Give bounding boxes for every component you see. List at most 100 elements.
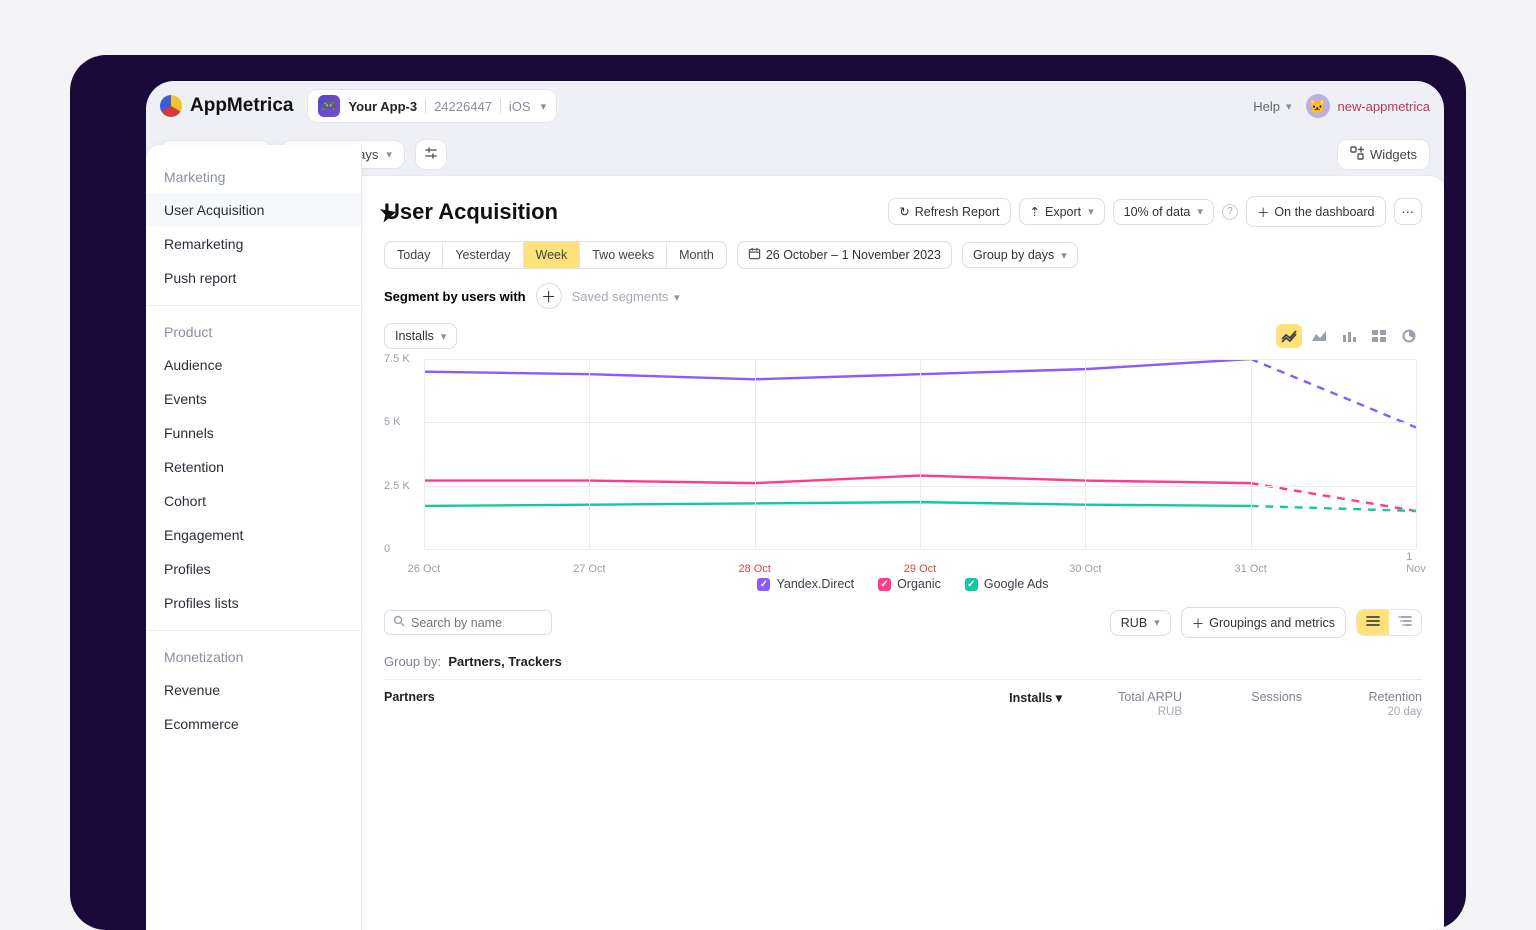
calendar-icon — [748, 247, 761, 263]
sidebar: MarketingUser Acquisition➤RemarketingPus… — [146, 145, 362, 930]
y-tick: 5 K — [384, 416, 401, 428]
groupings-metrics-button[interactable]: ＋ Groupings and metrics — [1181, 607, 1346, 638]
sidebar-item[interactable]: Push report — [146, 261, 361, 295]
brand[interactable]: AppMetrica — [160, 95, 293, 117]
settings-button[interactable] — [415, 139, 447, 170]
plus-icon: ＋ — [1257, 202, 1270, 221]
on-dashboard-button[interactable]: ＋ On the dashboard — [1246, 196, 1386, 227]
period-option[interactable]: Month — [667, 242, 726, 268]
chart-legend: ✓Yandex.Direct ✓Organic ✓Google Ads — [384, 577, 1422, 591]
y-tick: 0 — [384, 543, 390, 555]
col-partners[interactable]: Partners — [384, 690, 952, 718]
table-header: Partners Installs ▾ Total ARPU RUB Sessi… — [384, 679, 1422, 718]
group-by-line: Group by: Partners, Trackers — [384, 654, 1422, 669]
sidebar-heading: Monetization — [146, 641, 361, 673]
chevron-down-icon: ▾ — [1154, 616, 1160, 629]
refresh-button[interactable]: ↻ Refresh Report — [888, 198, 1010, 225]
page-title: User Acquisition — [384, 199, 558, 225]
period-segmented: TodayYesterdayWeekTwo weeksMonth — [384, 241, 727, 269]
col-sessions[interactable]: Sessions — [1182, 690, 1302, 718]
x-tick: 27 Oct — [573, 563, 605, 575]
view-list[interactable] — [1357, 610, 1389, 635]
sidebar-item[interactable]: Remarketing — [146, 227, 361, 261]
sidebar-item[interactable]: User Acquisition➤ — [146, 193, 361, 227]
sidebar-item[interactable]: Retention — [146, 450, 361, 484]
help-link[interactable]: Help ▾ — [1253, 99, 1291, 114]
app-window: AppMetrica 🎮 Your App-3 24226447 iOS ▾ H… — [146, 81, 1444, 930]
col-installs[interactable]: Installs ▾ — [952, 690, 1062, 718]
sample-selector[interactable]: 10% of data ▾ — [1113, 199, 1214, 225]
chart-type-pie[interactable] — [1396, 324, 1422, 348]
brand-name: AppMetrica — [190, 95, 293, 117]
legend-item[interactable]: ✓Google Ads — [965, 577, 1049, 591]
app-platform: iOS — [509, 99, 531, 114]
period-option[interactable]: Two weeks — [580, 242, 667, 268]
app-id: 24226447 — [434, 99, 492, 114]
saved-segments-link[interactable]: Saved segments ▾ — [572, 289, 680, 304]
sidebar-heading: Product — [146, 316, 361, 348]
chevron-down-icon: ▾ — [441, 330, 447, 343]
metric-selector[interactable]: Installs ▾ — [384, 323, 457, 349]
chart-type-area[interactable] — [1306, 324, 1332, 348]
brand-logo-icon — [160, 95, 182, 117]
chevron-down-icon: ▾ — [1197, 205, 1203, 218]
widgets-button[interactable]: Widgets — [1337, 139, 1430, 170]
currency-selector[interactable]: RUB ▾ — [1110, 610, 1171, 636]
x-tick: 1 Nov — [1406, 551, 1426, 575]
plus-icon: ＋ — [1192, 613, 1205, 632]
sidebar-item[interactable]: Audience — [146, 348, 361, 382]
col-retention[interactable]: Retention 20 day — [1302, 690, 1422, 718]
y-tick: 2.5 K — [384, 480, 410, 492]
period-option[interactable]: Today — [385, 242, 443, 268]
more-icon: ⋯ — [1402, 204, 1415, 219]
content: User Acquisition ↻ Refresh Report ⇡ Expo… — [362, 175, 1444, 930]
search-field[interactable] — [411, 616, 572, 630]
legend-item[interactable]: ✓Yandex.Direct — [757, 577, 854, 591]
sidebar-item[interactable]: Cohort — [146, 484, 361, 518]
legend-item[interactable]: ✓Organic — [878, 577, 941, 591]
view-tree[interactable] — [1389, 610, 1421, 635]
chevron-down-icon: ▾ — [1088, 205, 1094, 218]
chevron-down-icon: ▾ — [1286, 100, 1292, 113]
group-by-days-button[interactable]: Group by days ▾ — [962, 242, 1078, 268]
sliders-icon — [424, 146, 438, 163]
sidebar-heading: Marketing — [146, 161, 361, 193]
period-option[interactable]: Week — [524, 242, 581, 268]
chevron-down-icon: ▾ — [541, 100, 547, 113]
y-tick: 7.5 K — [384, 353, 410, 365]
search-input[interactable] — [384, 610, 552, 635]
sidebar-item[interactable]: Revenue — [146, 673, 361, 707]
topbar: AppMetrica 🎮 Your App-3 24226447 iOS ▾ H… — [146, 81, 1444, 131]
chart: 02.5 K5 K7.5 K26 Oct27 Oct28 Oct29 Oct30… — [384, 355, 1422, 575]
add-segment-button[interactable]: ＋ — [536, 283, 562, 309]
sidebar-item[interactable]: Ecommerce — [146, 707, 361, 741]
sidebar-item[interactable]: Funnels — [146, 416, 361, 450]
sidebar-item[interactable]: Engagement — [146, 518, 361, 552]
avatar-icon: 🐱 — [1306, 94, 1330, 118]
segment-label: Segment by users with — [384, 289, 526, 304]
chart-type-line[interactable] — [1276, 324, 1302, 348]
app-selector[interactable]: 🎮 Your App-3 24226447 iOS ▾ — [307, 89, 557, 123]
sidebar-item[interactable]: Profiles lists — [146, 586, 361, 620]
user-chip[interactable]: 🐱 new-appmetrica — [1306, 94, 1431, 118]
chevron-down-icon: ▾ — [674, 292, 680, 304]
app-icon: 🎮 — [318, 95, 340, 117]
x-tick: 26 Oct — [408, 563, 440, 575]
sidebar-item[interactable]: Profiles — [146, 552, 361, 586]
date-range-button[interactable]: 26 October – 1 November 2023 — [737, 241, 952, 269]
sidebar-item[interactable]: Events — [146, 382, 361, 416]
widgets-icon — [1350, 146, 1364, 163]
chart-type-bar[interactable] — [1336, 324, 1362, 348]
table-view-toggle — [1356, 609, 1422, 636]
x-tick: 30 Oct — [1069, 563, 1101, 575]
chart-type-grid[interactable] — [1366, 324, 1392, 348]
col-arpu[interactable]: Total ARPU RUB — [1062, 690, 1182, 718]
x-tick: 29 Oct — [904, 563, 936, 575]
refresh-icon: ↻ — [899, 204, 909, 219]
upload-icon: ⇡ — [1030, 204, 1040, 219]
period-option[interactable]: Yesterday — [443, 242, 523, 268]
export-button[interactable]: ⇡ Export ▾ — [1019, 198, 1105, 225]
username: new-appmetrica — [1338, 99, 1431, 114]
info-icon[interactable]: ? — [1222, 204, 1238, 220]
more-button[interactable]: ⋯ — [1394, 198, 1423, 225]
